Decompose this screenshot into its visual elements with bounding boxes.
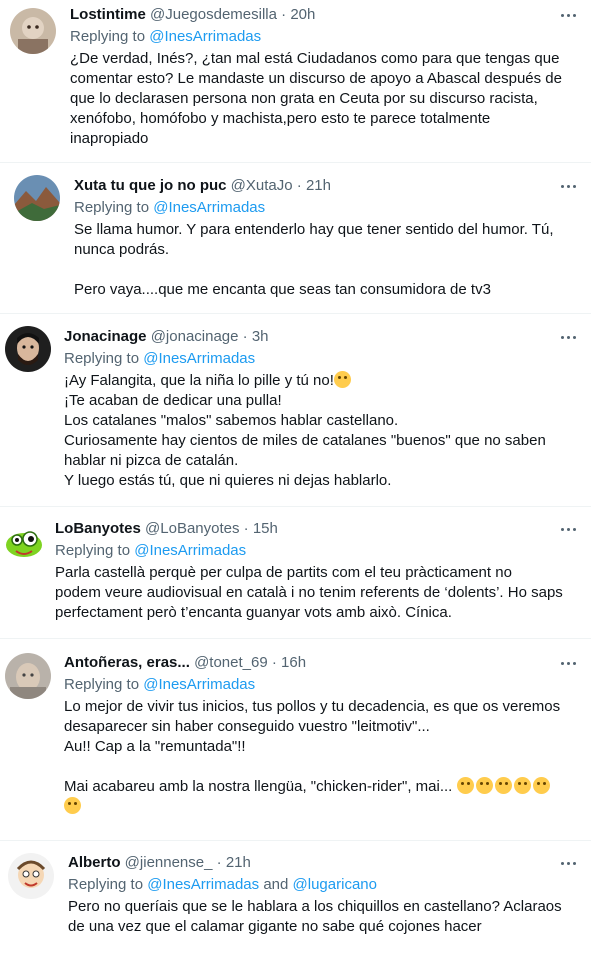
mention-link[interactable]: @lugaricano (293, 876, 377, 893)
mention-link[interactable]: @InesArrimadas (153, 199, 265, 216)
timestamp[interactable]: 3h (252, 328, 269, 345)
mention-link[interactable]: @InesArrimadas (143, 350, 255, 367)
tweet-header: LoBanyotes @LoBanyotes · 15h (55, 518, 579, 540)
tweet-header: Lostintime @Juegosdemesilla · 20h (70, 4, 579, 26)
tweet-header: Alberto @jiennense_ · 21h (68, 852, 579, 874)
display-name[interactable]: LoBanyotes (55, 520, 141, 537)
display-name[interactable]: Xuta tu que jo no puc (74, 177, 227, 194)
laughing-emoji-icon (333, 371, 351, 388)
display-name[interactable]: Alberto (68, 854, 121, 871)
tweet-card[interactable]: LoBanyotes @LoBanyotes · 15h Replying to… (0, 507, 591, 639)
timestamp[interactable]: 15h (253, 520, 278, 537)
tweet-text: Se llama humor. Y para entenderlo hay qu… (74, 221, 554, 298)
tweet-header: Xuta tu que jo no puc @XutaJo · 21h (74, 175, 579, 197)
avatar[interactable] (0, 519, 46, 565)
tweet-text: ¡Ay Falangita, que la niña lo pille y tú… (64, 371, 546, 489)
kissing-face-emoji-icon (532, 777, 550, 794)
separator: · (239, 520, 253, 537)
timestamp[interactable]: 20h (290, 6, 315, 23)
user-handle[interactable]: @XutaJo (231, 177, 293, 194)
tweet-text: ¿De verdad, Inés?, ¿tan mal está Ciudada… (70, 50, 562, 147)
tweet-card[interactable]: Lostintime @Juegosdemesilla · 20h Replyi… (0, 0, 591, 163)
tweet-text: Pero no queríais que se le hablara a los… (68, 898, 562, 935)
avatar[interactable] (14, 175, 60, 221)
mention-link[interactable]: @InesArrimadas (143, 676, 255, 693)
tweet-card[interactable]: Xuta tu que jo no puc @XutaJo · 21h Repl… (0, 163, 591, 314)
avatar[interactable] (8, 853, 54, 899)
reply-feed: Lostintime @Juegosdemesilla · 20h Replyi… (0, 0, 591, 953)
tweet-text: Lo mejor de vivir tus inicios, tus pollo… (64, 697, 579, 817)
user-handle[interactable]: @jiennense_ (125, 854, 213, 871)
display-name[interactable]: Jonacinage (64, 328, 147, 345)
separator: · (276, 6, 291, 23)
avatar[interactable] (5, 653, 51, 699)
mention-link[interactable]: @InesArrimadas (134, 542, 246, 559)
mention-link[interactable]: @InesArrimadas (149, 28, 261, 45)
tweet-card[interactable]: Alberto @jiennense_ · 21h Replying to @I… (0, 841, 591, 953)
replying-to: Replying to @InesArrimadas (55, 542, 247, 559)
user-handle[interactable]: @tonet_69 (194, 654, 268, 671)
tweet-header: Antoñeras, eras... @tonet_69 · 16h (64, 652, 579, 674)
user-handle[interactable]: @LoBanyotes (145, 520, 239, 537)
display-name[interactable]: Lostintime (70, 6, 146, 23)
avatar[interactable] (10, 8, 56, 54)
more-options-icon[interactable] (557, 4, 579, 26)
separator: · (238, 328, 252, 345)
winking-face-emoji-icon (494, 777, 512, 794)
more-options-icon[interactable] (557, 852, 579, 874)
winking-face-emoji-icon (475, 777, 493, 794)
tweet-text: Parla castellà perquè per culpa de parti… (55, 564, 563, 621)
replying-to: Replying to @InesArrimadas and @lugarica… (68, 876, 377, 893)
more-options-icon[interactable] (557, 326, 579, 348)
avatar[interactable] (5, 326, 51, 372)
separator: · (212, 854, 226, 871)
replying-to: Replying to @InesArrimadas (64, 350, 256, 367)
timestamp[interactable]: 16h (281, 654, 306, 671)
replying-to: Replying to @InesArrimadas (74, 199, 266, 216)
mention-link[interactable]: @InesArrimadas (147, 876, 259, 893)
winking-face-emoji-icon (456, 777, 474, 794)
kissing-face-emoji-icon (64, 797, 81, 814)
timestamp[interactable]: 21h (306, 177, 331, 194)
tweet-card[interactable]: Jonacinage @jonacinage · 3h Replying to … (0, 314, 591, 507)
tweet-card[interactable]: Antoñeras, eras... @tonet_69 · 16h Reply… (0, 639, 591, 841)
kissing-face-emoji-icon (513, 777, 531, 794)
replying-to: Replying to @InesArrimadas (70, 28, 262, 45)
separator: · (267, 654, 282, 671)
user-handle[interactable]: @Juegosdemesilla (150, 6, 277, 23)
display-name[interactable]: Antoñeras, eras... (64, 654, 190, 671)
more-options-icon[interactable] (557, 518, 579, 540)
separator: · (292, 177, 306, 194)
timestamp[interactable]: 21h (226, 854, 251, 871)
user-handle[interactable]: @jonacinage (151, 328, 239, 345)
more-options-icon[interactable] (557, 652, 579, 674)
tweet-header: Jonacinage @jonacinage · 3h (64, 326, 579, 348)
replying-to: Replying to @InesArrimadas (64, 676, 256, 693)
more-options-icon[interactable] (557, 175, 579, 197)
